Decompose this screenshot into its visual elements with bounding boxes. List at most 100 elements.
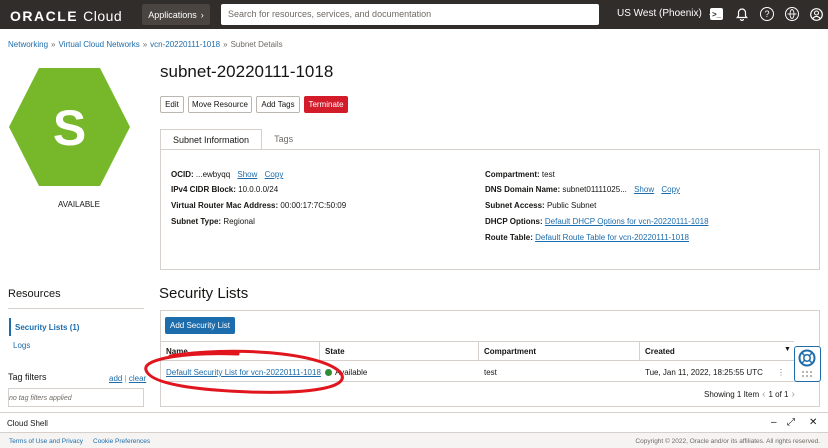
help-assistant-button[interactable] bbox=[794, 346, 821, 382]
sort-down-icon[interactable]: ▼ bbox=[784, 346, 791, 353]
breadcrumb-networking[interactable]: Networking bbox=[8, 40, 48, 49]
dhcp-options-link[interactable]: Default DHCP Options for vcn-20220111-10… bbox=[545, 217, 709, 226]
showing-count: Showing 1 Item bbox=[704, 390, 760, 399]
globe-icon[interactable] bbox=[785, 7, 799, 21]
status-dot-icon bbox=[325, 369, 332, 376]
brand-text: ORACLE bbox=[10, 8, 79, 24]
subnet-access-row: Subnet Access: Public Subnet bbox=[485, 201, 596, 210]
ocid-show-link[interactable]: Show bbox=[237, 170, 257, 179]
search-input[interactable]: Search for resources, services, and docu… bbox=[221, 4, 599, 25]
search-placeholder: Search for resources, services, and docu… bbox=[228, 9, 432, 19]
copyright-text: Copyright © 2022, Oracle and/or its affi… bbox=[635, 438, 820, 445]
sidebar-item-security-lists[interactable]: Security Lists (1) bbox=[9, 318, 79, 336]
divider bbox=[8, 308, 144, 309]
compartment-value: test bbox=[541, 170, 555, 179]
mac-label: Virtual Router Mac Address: bbox=[171, 201, 279, 210]
column-header-created[interactable]: Created bbox=[640, 341, 794, 361]
tab-tags[interactable]: Tags bbox=[262, 129, 306, 149]
mac-row: Virtual Router Mac Address: 00:00:17:7C:… bbox=[171, 201, 346, 210]
maximize-icon[interactable]: ⤢ bbox=[787, 417, 795, 428]
add-tag-filter-link[interactable]: add bbox=[109, 374, 122, 383]
close-icon[interactable]: ✕ bbox=[809, 417, 817, 428]
cidr-label: IPv4 CIDR Block: bbox=[171, 185, 236, 194]
breadcrumb-separator: » bbox=[223, 40, 228, 49]
dhcp-label: DHCP Options: bbox=[485, 217, 543, 226]
ocid-label: OCID: bbox=[171, 170, 194, 179]
pagination: Showing 1 Item ‹ 1 of 1 › bbox=[704, 389, 798, 400]
compartment-row: Compartment: test bbox=[485, 170, 555, 179]
bell-icon[interactable] bbox=[735, 7, 749, 21]
route-table-link[interactable]: Default Route Table for vcn-20220111-101… bbox=[535, 233, 689, 242]
cookie-preferences-link[interactable]: Cookie Preferences bbox=[93, 438, 150, 445]
terminate-button[interactable]: Terminate bbox=[304, 96, 348, 113]
page-footer: Terms of Use and Privacy Cookie Preferen… bbox=[0, 432, 828, 448]
cloud-shell-bar[interactable]: Cloud Shell – ⤢ ✕ bbox=[0, 412, 828, 432]
region-label: US West (Phoenix) bbox=[617, 8, 702, 19]
lifebuoy-icon bbox=[798, 349, 816, 377]
help-icon[interactable]: ? bbox=[760, 7, 774, 21]
compartment-label: Compartment: bbox=[485, 170, 540, 179]
terms-link[interactable]: Terms of Use and Privacy bbox=[9, 438, 83, 445]
dns-row: DNS Domain Name: subnet01111025... Show … bbox=[485, 185, 680, 194]
dhcp-row: DHCP Options: Default DHCP Options for v… bbox=[485, 217, 709, 226]
cloud-shell-icon[interactable]: >_ bbox=[710, 8, 723, 20]
breadcrumb-vcn[interactable]: vcn-20220111-1018 bbox=[150, 40, 220, 49]
subnet-type-value: Regional bbox=[223, 217, 255, 226]
user-profile-icon[interactable] bbox=[809, 7, 823, 21]
oracle-cloud-logo[interactable]: ORACLE Cloud bbox=[10, 8, 122, 24]
breadcrumb-separator: » bbox=[51, 40, 56, 49]
tag-filters-heading: Tag filters bbox=[8, 372, 47, 382]
tag-filter-links: add | clear bbox=[109, 374, 146, 383]
dns-value: subnet01111025... bbox=[562, 185, 627, 194]
tab-subnet-information[interactable]: Subnet Information bbox=[160, 129, 263, 149]
sidebar-item-logs[interactable]: Logs bbox=[13, 341, 30, 350]
cidr-row: IPv4 CIDR Block: 10.0.0.0/24 bbox=[171, 185, 278, 194]
subnet-hexagon-icon: S bbox=[9, 68, 130, 186]
move-resource-button[interactable]: Move Resource bbox=[188, 96, 252, 113]
applications-label: Applications bbox=[148, 9, 197, 20]
breadcrumb-vcns[interactable]: Virtual Cloud Networks bbox=[58, 40, 139, 49]
table-row-compartment: test bbox=[484, 368, 497, 377]
add-security-list-button[interactable]: Add Security List bbox=[165, 317, 235, 334]
breadcrumb-current: Subnet Details bbox=[230, 40, 283, 49]
ocid-copy-link[interactable]: Copy bbox=[265, 170, 284, 179]
state-value: Available bbox=[335, 368, 368, 377]
column-header-state[interactable]: State bbox=[320, 341, 479, 361]
page-title: subnet-20220111-1018 bbox=[160, 62, 334, 81]
minimize-icon[interactable]: – bbox=[771, 417, 777, 428]
clear-tag-filter-link[interactable]: clear bbox=[129, 374, 146, 383]
edit-button[interactable]: Edit bbox=[160, 96, 184, 113]
security-lists-heading: Security Lists bbox=[159, 285, 249, 302]
column-header-compartment[interactable]: Compartment bbox=[479, 341, 640, 361]
subnet-type-label: Subnet Type: bbox=[171, 217, 222, 226]
table-row-state: Available bbox=[325, 364, 367, 381]
table-row-created: Tue, Jan 11, 2022, 18:25:55 UTC bbox=[645, 368, 763, 377]
dns-show-link[interactable]: Show bbox=[634, 185, 654, 194]
add-tags-button[interactable]: Add Tags bbox=[256, 96, 300, 113]
chevron-right-icon: › bbox=[200, 9, 204, 20]
tag-filters-empty: no tag filters applied bbox=[8, 389, 144, 407]
route-table-row: Route Table: Default Route Table for vcn… bbox=[485, 233, 689, 242]
row-actions-menu-icon[interactable]: ⋮ bbox=[777, 364, 785, 381]
mac-value: 00:00:17:7C:50:09 bbox=[280, 201, 347, 210]
breadcrumb-separator: » bbox=[142, 40, 148, 49]
region-selector[interactable]: US West (Phoenix) ⌄ bbox=[617, 8, 714, 19]
resource-status: AVAILABLE bbox=[58, 200, 100, 209]
column-header-name[interactable]: Name bbox=[161, 341, 320, 361]
chevron-right-icon[interactable]: › bbox=[792, 389, 795, 400]
tag-link-separator: | bbox=[124, 374, 127, 383]
route-table-label: Route Table: bbox=[485, 233, 533, 242]
detail-tabs: Subnet Information Tags bbox=[160, 129, 306, 149]
dns-copy-link[interactable]: Copy bbox=[661, 185, 680, 194]
subnet-type-row: Subnet Type: Regional bbox=[171, 217, 255, 226]
ocid-row: OCID: ...ewbyqq Show Copy bbox=[171, 170, 283, 179]
column-header-created-label: Created bbox=[645, 346, 675, 356]
chevron-left-icon[interactable]: ‹ bbox=[762, 389, 765, 400]
applications-button[interactable]: Applications › bbox=[142, 4, 210, 25]
security-list-link[interactable]: Default Security List for vcn-20220111-1… bbox=[166, 368, 321, 377]
product-text: Cloud bbox=[83, 8, 123, 24]
breadcrumb: Networking» Virtual Cloud Networks» vcn-20… bbox=[8, 40, 283, 49]
subnet-access-label: Subnet Access: bbox=[485, 201, 545, 210]
top-navigation-bar: ORACLE Cloud Applications › Search for r… bbox=[0, 0, 828, 29]
divider bbox=[161, 381, 819, 382]
